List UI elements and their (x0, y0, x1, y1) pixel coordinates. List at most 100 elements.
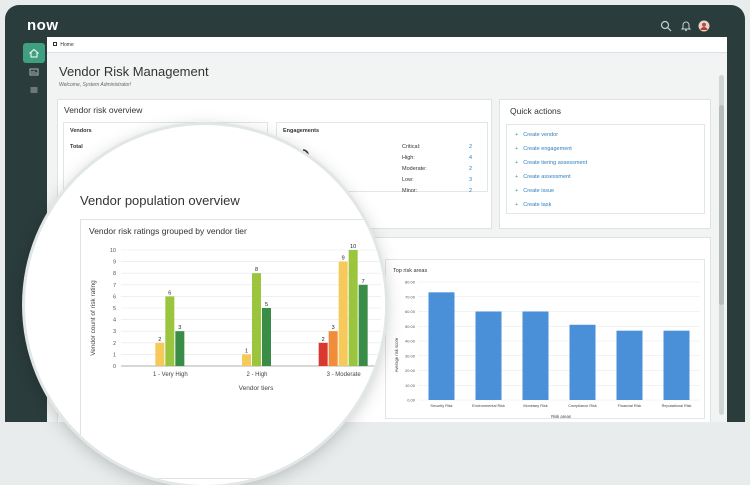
y-tick-label: 4 (113, 318, 116, 324)
bar-value-label: 9 (342, 256, 345, 262)
create-assessment-link[interactable]: + Create assessment (515, 174, 571, 180)
bar (358, 284, 368, 366)
x-tick-label: 3 - Moderate (327, 372, 362, 378)
x-tick-label: Environmental Risk (472, 404, 505, 408)
page-title: Vendor Risk Management (59, 64, 209, 79)
y-axis-label: Average risk score (394, 337, 399, 372)
page-scrollbar[interactable] (719, 75, 724, 415)
vendor-risk-overview-title: Vendor risk overview (64, 105, 143, 115)
bar-value-label: 7 (362, 279, 365, 285)
create-tiering-assessment-link[interactable]: + Create tiering assessment (515, 160, 587, 166)
dashboard-icon (29, 68, 39, 76)
engagement-row-moderate[interactable]: Moderate: 2 (402, 166, 472, 172)
y-tick-label: 5 (113, 306, 116, 312)
plus-icon: + (515, 174, 519, 180)
population-overview-title: Vendor population overview (80, 193, 240, 208)
bar-value-label: 3 (332, 325, 335, 331)
x-axis-label: Risk areas (551, 414, 571, 419)
list-icon (30, 87, 38, 93)
create-issue-link[interactable]: + Create issue (515, 188, 554, 194)
create-task-link[interactable]: + Create task (515, 202, 551, 208)
top-risk-areas-chart: Top risk areas Average risk score Risk a… (393, 268, 700, 419)
bar (175, 331, 185, 366)
risk-ratings-card: Vendor risk ratings grouped by vendor ti… (80, 219, 385, 479)
plus-icon: + (515, 146, 519, 152)
y-tick-label: 60.00 (405, 309, 416, 314)
x-tick-label: 2 - High (246, 372, 267, 378)
bar-value-label: 1 (245, 348, 248, 354)
user-avatar-icon[interactable] (698, 20, 710, 32)
bar (663, 330, 690, 400)
x-tick-label: 1 - Very High (153, 372, 188, 378)
quick-actions-title: Quick actions (510, 106, 562, 116)
vendors-total-label: Total (70, 144, 83, 150)
x-tick-label: Security Risk (430, 404, 452, 408)
bar (318, 342, 328, 366)
page-subtitle: Welcome, System Administrator! (59, 82, 132, 88)
y-tick-label: 7 (113, 283, 116, 289)
y-tick-label: 3 (113, 329, 116, 335)
plus-icon: + (515, 132, 519, 138)
x-axis-label: Vendor tiers (239, 385, 274, 392)
bar (155, 342, 165, 366)
engagement-row-high[interactable]: High: 4 (402, 155, 472, 161)
y-tick-label: 0 (113, 364, 116, 370)
nav-home[interactable] (23, 43, 45, 63)
bar (522, 311, 549, 400)
create-vendor-link[interactable]: + Create vendor (515, 132, 558, 138)
y-tick-label: 50.00 (405, 324, 416, 329)
plus-icon: + (515, 188, 519, 194)
y-tick-label: 1 (113, 352, 116, 358)
y-tick-label: 2 (113, 341, 116, 347)
nav-list[interactable] (23, 80, 45, 100)
top-risk-areas-card: Top risk areas Average risk score Risk a… (385, 259, 705, 419)
bell-icon[interactable] (680, 20, 692, 32)
scrollbar-thumb[interactable] (719, 105, 724, 305)
bar-value-label: 3 (178, 325, 181, 331)
bar (569, 324, 596, 400)
risk-ratings-chart-title: Vendor risk ratings grouped by vendor ti… (89, 226, 247, 236)
home-icon (29, 48, 39, 58)
bar (262, 308, 271, 366)
engagements-title: Engagements (283, 128, 320, 134)
y-axis-label: Vendor count of risk rating (90, 280, 97, 356)
bar (348, 250, 358, 366)
vendors-title: Vendors (70, 128, 92, 134)
y-tick-label: 0.00 (407, 398, 416, 403)
bar-value-label: 6 (168, 290, 171, 296)
engagement-row-minor[interactable]: Minor: 2 (402, 188, 472, 194)
search-icon[interactable] (660, 20, 672, 32)
x-tick-label: Financial Risk (618, 404, 642, 408)
x-tick-label: Monetary Risk (523, 404, 547, 408)
bar (338, 261, 348, 366)
bar (475, 311, 502, 400)
y-tick-label: 80.00 (405, 280, 416, 285)
risk-ratings-by-tier-chart: Vendor count of risk rating Vendor tiers… (90, 244, 381, 392)
bar (616, 330, 643, 400)
bar (242, 354, 251, 366)
bar-value-label: 2 (322, 337, 325, 343)
nav-dashboards[interactable] (23, 62, 45, 82)
y-tick-label: 40.00 (405, 339, 416, 344)
bar-value-label: 10 (350, 244, 356, 250)
plus-icon: + (515, 202, 519, 208)
x-tick-label: Compliance Risk (568, 404, 597, 408)
engagement-row-low[interactable]: Low: 3 (402, 177, 472, 183)
bar (165, 296, 175, 366)
bar-value-label: 5 (265, 302, 268, 308)
y-tick-label: 6 (113, 294, 116, 300)
app-window: now Home Vendor Risk Management Welcome,… (5, 5, 745, 485)
y-tick-label: 30.00 (405, 353, 416, 358)
now-logo: now (27, 17, 59, 34)
y-tick-label: 8 (113, 271, 116, 277)
create-engagement-link[interactable]: + Create engagement (515, 146, 572, 152)
y-tick-label: 10.00 (405, 383, 416, 388)
breadcrumb-home[interactable]: Home (60, 42, 73, 48)
engagement-row-critical[interactable]: Critical: 2 (402, 144, 472, 150)
y-tick-label: 20.00 (405, 368, 416, 373)
quick-actions-panel: Quick actions + Create vendor + Create eng… (499, 99, 711, 229)
bar (328, 331, 338, 366)
x-tick-label: Reputational Risk (662, 404, 692, 408)
y-tick-label: 10 (110, 248, 116, 254)
magnifier-lens: Vendor population overview Vendor risk r… (25, 125, 385, 485)
